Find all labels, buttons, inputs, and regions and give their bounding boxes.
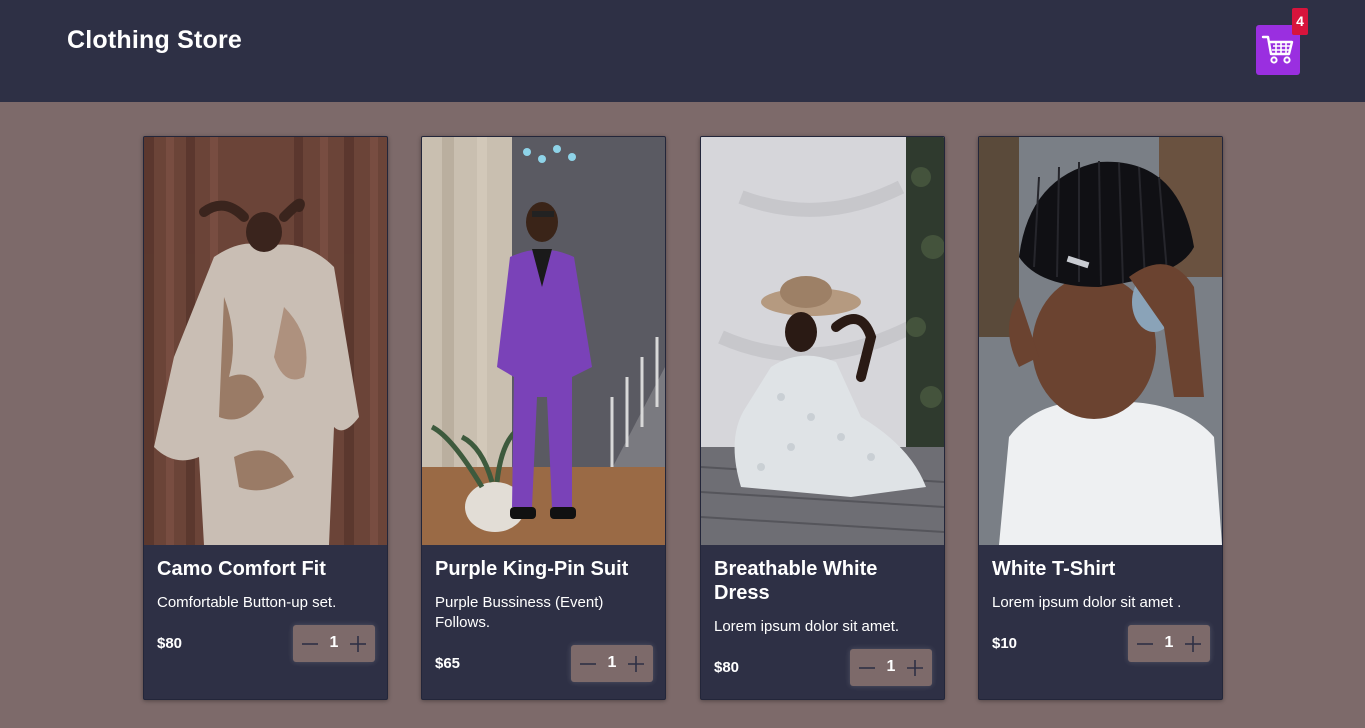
quantity-stepper: 1: [571, 645, 653, 682]
product-name: Purple King-Pin Suit: [435, 558, 629, 580]
minus-icon: [302, 643, 318, 645]
minus-icon: [580, 663, 596, 665]
product-card: White T-Shirt Lorem ipsum dolor sit amet…: [978, 136, 1223, 700]
product-image: [422, 137, 665, 545]
plus-icon: [628, 656, 644, 672]
decrease-quantity-button[interactable]: [296, 625, 324, 662]
product-card: Breathable White Dress Lorem ipsum dolor…: [700, 136, 945, 700]
product-name: Camo Comfort Fit: [157, 558, 326, 580]
plus-icon: [350, 636, 366, 652]
shopping-cart-icon: [1261, 35, 1294, 64]
product-name: White T-Shirt: [992, 558, 1116, 580]
quantity-value: 1: [886, 658, 896, 675]
product-image: [144, 137, 387, 545]
product-image: [701, 137, 944, 545]
price-row: $65 1: [435, 645, 653, 683]
minus-icon: [1137, 643, 1153, 645]
product-price: $80: [157, 635, 183, 652]
quantity-stepper: 1: [293, 625, 375, 662]
minus-icon: [859, 667, 875, 669]
product-price: $80: [714, 659, 740, 676]
plus-icon: [1185, 636, 1201, 652]
product-image: [979, 137, 1222, 545]
cart-count-badge: 4: [1292, 8, 1308, 35]
quantity-value: 1: [329, 634, 339, 651]
price-row: $10 1: [992, 625, 1210, 663]
product-description: Lorem ipsum dolor sit amet .: [992, 594, 1182, 611]
decrease-quantity-button[interactable]: [853, 649, 881, 686]
product-description: Purple Bussiness (Event) Follows.: [435, 594, 604, 631]
increase-quantity-button[interactable]: [344, 625, 372, 662]
price-row: $80 1: [714, 649, 932, 687]
decrease-quantity-button[interactable]: [1131, 625, 1159, 662]
product-price: $65: [435, 655, 461, 672]
quantity-stepper: 1: [1128, 625, 1210, 662]
top-navigation-bar: Clothing Store: [0, 0, 1365, 102]
quantity-value: 1: [607, 654, 617, 671]
increase-quantity-button[interactable]: [901, 649, 929, 686]
quantity-stepper: 1: [850, 649, 932, 686]
decrease-quantity-button[interactable]: [574, 645, 602, 682]
price-row: $80 1: [157, 625, 375, 663]
increase-quantity-button[interactable]: [1179, 625, 1207, 662]
product-card: Camo Comfort Fit Comfortable Button-up s…: [143, 136, 388, 700]
plus-icon: [907, 660, 923, 676]
product-description: Lorem ipsum dolor sit amet.: [714, 618, 900, 635]
product-price: $10: [992, 635, 1018, 652]
product-card: Purple King-Pin Suit Purple Bussiness (E…: [421, 136, 666, 700]
store-title[interactable]: Clothing Store: [67, 26, 242, 55]
quantity-value: 1: [1164, 634, 1174, 651]
product-name: Breathable White Dress: [714, 558, 878, 604]
product-description: Comfortable Button-up set.: [157, 594, 337, 611]
increase-quantity-button[interactable]: [622, 645, 650, 682]
